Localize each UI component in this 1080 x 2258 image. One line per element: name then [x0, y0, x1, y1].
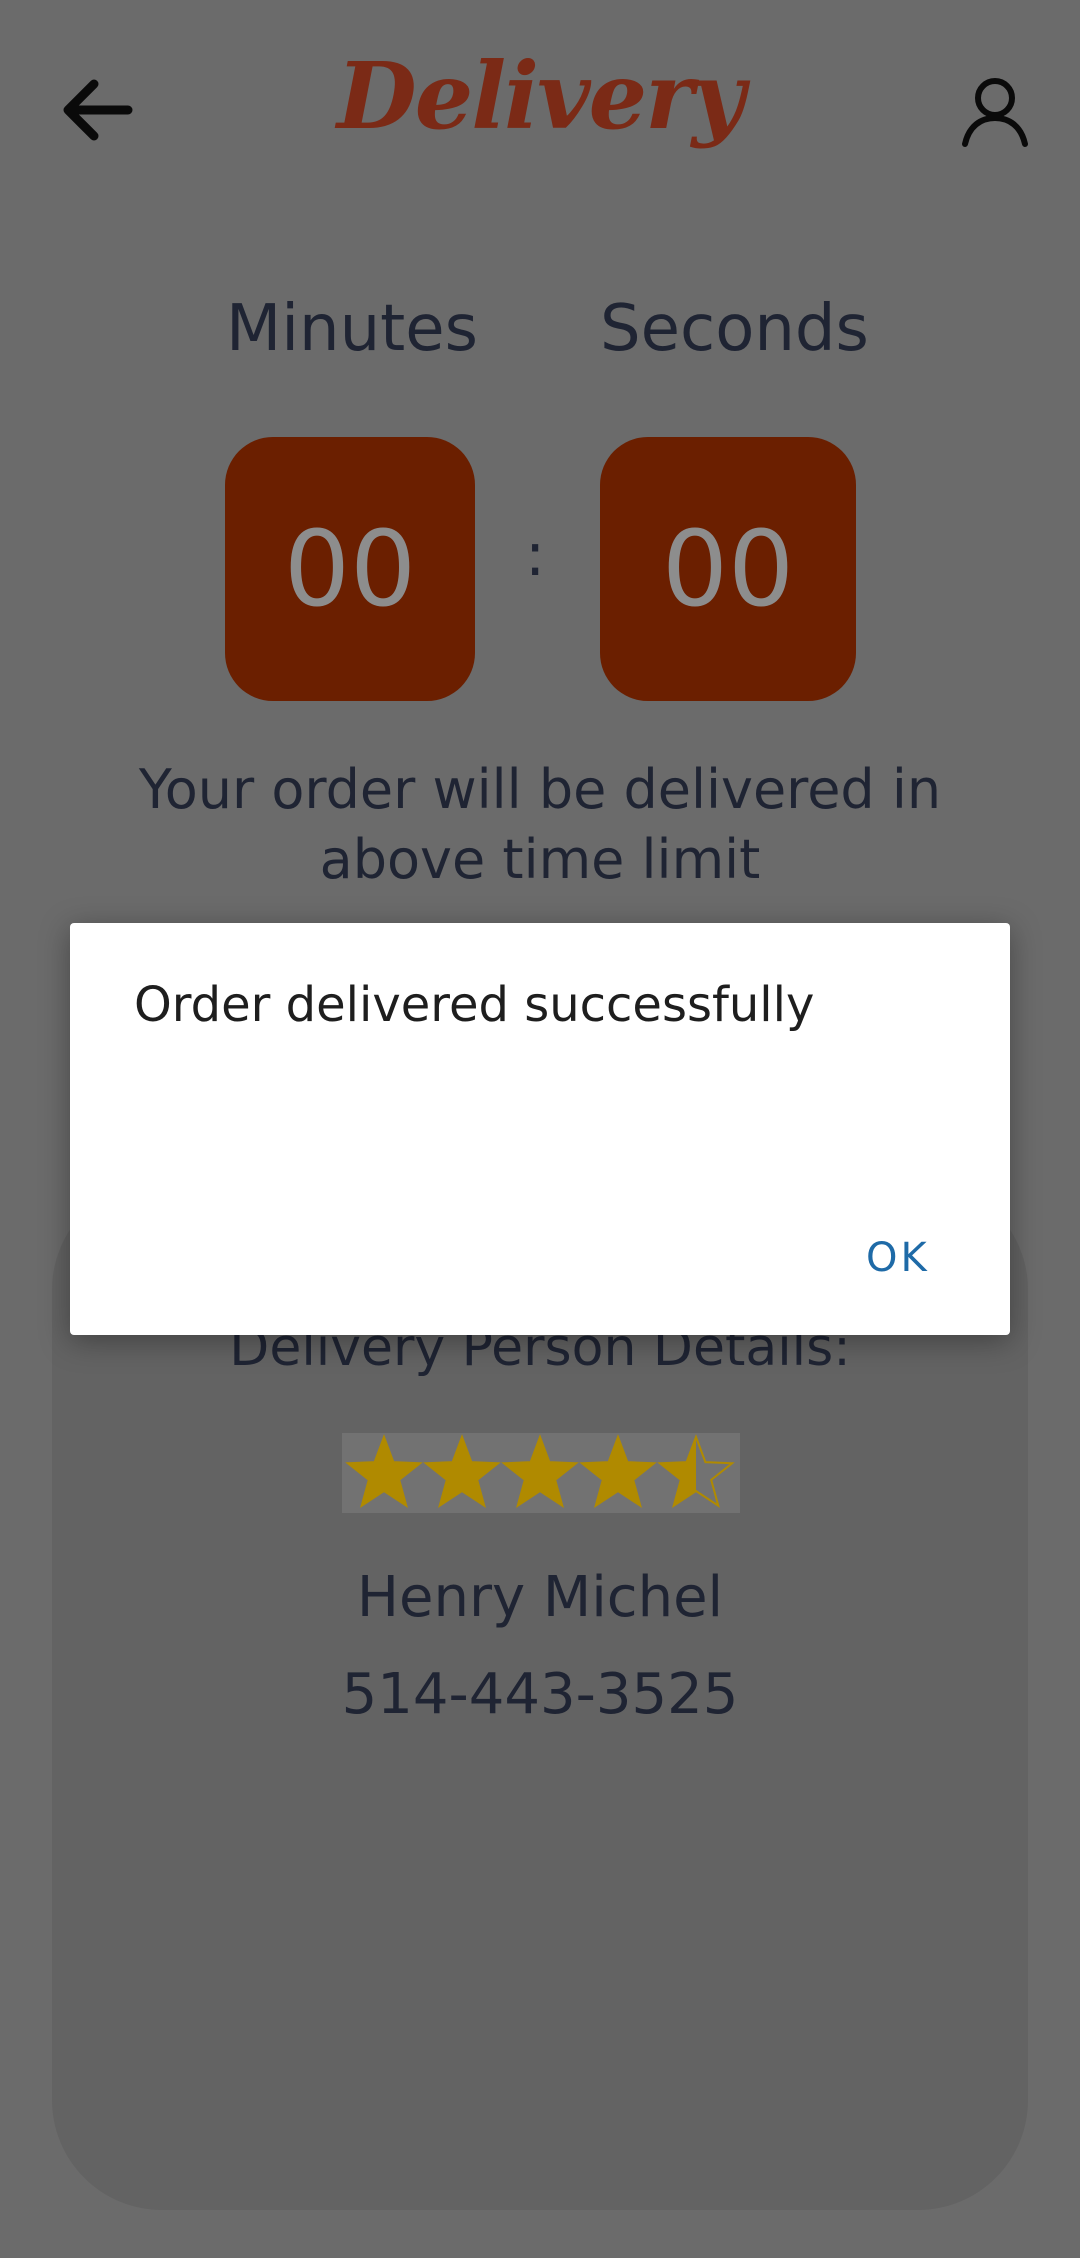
- profile-button[interactable]: [955, 72, 1045, 162]
- minutes-box: 00: [225, 437, 475, 701]
- timer-separator: :: [525, 520, 546, 590]
- alert-dialog: Order delivered successfully OK: [70, 923, 1010, 1335]
- rating-stars: [342, 1433, 740, 1513]
- dialog-message: Order delivered successfully: [134, 977, 815, 1033]
- delivery-person-name: Henry Michel: [356, 1565, 724, 1630]
- note-line-1: Your order will be delivered in: [138, 758, 942, 821]
- minutes-label: Minutes: [226, 292, 478, 366]
- star-2: [423, 1434, 501, 1508]
- delivery-time-note: Your order will be delivered in above ti…: [0, 755, 1080, 895]
- timer-labels: Minutes Seconds: [0, 292, 1080, 382]
- header-bar: Delivery: [0, 0, 1080, 220]
- star-3: [501, 1434, 579, 1508]
- note-line-2: above time limit: [319, 828, 761, 891]
- app-title: Delivery: [336, 42, 745, 150]
- delivery-person-phone[interactable]: 514-443-3525: [0, 1662, 1080, 1727]
- seconds-label: Seconds: [600, 292, 869, 366]
- ok-button[interactable]: OK: [866, 1235, 930, 1281]
- seconds-box: 00: [600, 437, 856, 701]
- user-icon: [962, 78, 1028, 147]
- star-4: [579, 1434, 657, 1508]
- star-1: [345, 1434, 423, 1508]
- minutes-value: 00: [283, 508, 417, 630]
- seconds-value: 00: [661, 508, 795, 630]
